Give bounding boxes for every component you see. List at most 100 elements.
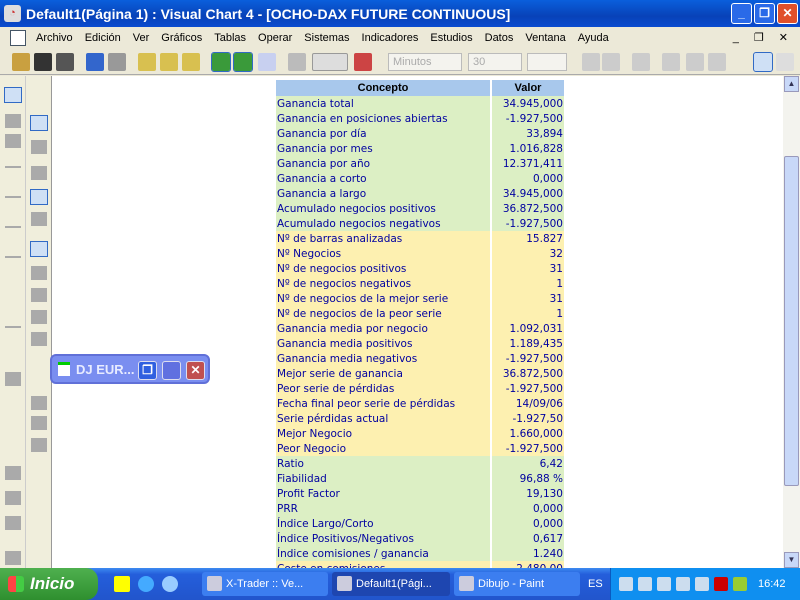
tool-icon[interactable] [5,134,21,148]
menu-ayuda[interactable]: Ayuda [578,32,609,44]
antivirus-icon[interactable] [676,577,690,591]
language-indicator[interactable]: ES [588,578,603,590]
window-icon[interactable] [30,115,48,131]
tool-icon[interactable] [5,491,21,505]
folder-chart2-icon[interactable] [160,53,178,71]
menu-graficos[interactable]: Gráficos [161,32,202,44]
objects-icon[interactable] [30,189,48,205]
close-button[interactable]: ✕ [777,3,798,24]
menu-ver[interactable]: Ver [133,32,150,44]
nvidia-icon[interactable] [733,577,747,591]
table-row: Acumulado negocios negativos -1.927,500 [276,216,564,231]
line-tool-icon[interactable] [5,256,21,258]
speaker-icon[interactable] [695,577,709,591]
internet-explorer-icon[interactable] [138,576,154,592]
select-arrow-icon[interactable] [30,241,48,257]
minimize-button[interactable]: _ [731,3,752,24]
folder-chart-icon[interactable] [138,53,156,71]
restore-button[interactable]: ❐ [754,3,775,24]
menu-edicion[interactable]: Edición [85,32,121,44]
tool-icon[interactable] [5,114,21,128]
calendar-icon[interactable] [258,53,276,71]
maximize-button[interactable] [162,361,181,380]
tool-icon[interactable] [5,372,21,386]
empty-select[interactable] [527,53,567,71]
m-icon[interactable] [714,577,728,591]
print-icon[interactable] [288,53,306,71]
results-table: Concepto Valor Ganancia total 34.945,000 G… [274,80,566,576]
tool-icon[interactable] [5,466,21,480]
vertical-scrollbar[interactable]: ▲ ▼ [783,76,800,568]
line-tool-icon[interactable] [5,226,21,228]
network-icon[interactable] [638,577,652,591]
start-button[interactable]: Inicio [0,568,98,600]
task-default1[interactable]: Default1(Pági... [332,572,450,596]
app-icon[interactable]: ◔ [4,5,21,22]
restore-button[interactable]: ❐ [138,361,157,380]
tool-icon[interactable] [5,516,21,530]
period-select[interactable]: 30 [468,53,522,71]
close-button[interactable]: ✕ [186,361,205,380]
open-icon[interactable] [12,53,30,71]
table-row: Nº de negocios de la peor serie 1 [276,306,564,321]
value-cell: -1.927,50 [492,411,564,426]
value-cell: 1.016,828 [492,141,564,156]
window1-icon[interactable] [753,52,773,72]
layers-icon[interactable] [31,140,47,154]
close-box-icon[interactable] [31,438,47,452]
table-row: Serie pérdidas actual -1.927,50 [276,411,564,426]
diamond-icon[interactable] [31,288,47,302]
network-icon[interactable] [211,52,231,72]
task-paint[interactable]: Dibujo - Paint [454,572,580,596]
diamond-icon[interactable] [31,310,47,324]
save-icon[interactable] [34,53,52,71]
menu-ventana[interactable]: Ventana [525,32,565,44]
menu-datos[interactable]: Datos [485,32,514,44]
table-row: Índice comisiones / ganancia 1.240 [276,546,564,561]
task-x-trader[interactable]: X-Trader :: Ve... [202,572,328,596]
line-tool-icon[interactable] [5,166,21,168]
scroll-thumb[interactable] [784,156,799,486]
pointer-icon[interactable] [4,87,22,103]
zoom-in-icon[interactable] [602,53,620,71]
scroll-down-button[interactable]: ▼ [784,552,799,568]
pen-icon[interactable] [708,53,726,71]
grid-icon[interactable] [31,166,47,180]
tool-icon[interactable] [31,212,47,226]
mdi-controls[interactable]: _ ❐ ✕ [733,31,794,44]
block-icon[interactable] [31,332,47,346]
document-icon[interactable] [10,30,26,46]
marker-icon[interactable] [686,53,704,71]
chart-disabled-icon[interactable] [108,53,126,71]
window2-icon[interactable] [776,53,794,71]
concept-cell: Ganancia por año [276,156,490,171]
timeframe-select[interactable]: Minutos [388,53,462,71]
connection-icon[interactable] [657,577,671,591]
scroll-up-button[interactable]: ▲ [784,76,799,92]
outlook-icon[interactable] [162,576,178,592]
page-nav-control[interactable] [312,53,348,71]
tool-icon[interactable] [5,551,21,565]
tool-icon[interactable] [31,396,47,410]
menu-estudios[interactable]: Estudios [430,32,472,44]
line-tool-icon[interactable] [5,196,21,198]
menu-operar[interactable]: Operar [258,32,292,44]
tool-icon[interactable] [31,416,47,430]
menu-sistemas[interactable]: Sistemas [304,32,349,44]
bars-icon[interactable] [632,53,650,71]
menu-tablas[interactable]: Tablas [214,32,246,44]
tree-icon[interactable] [354,53,372,71]
java-icon[interactable] [619,577,633,591]
zoom-out-icon[interactable] [582,53,600,71]
chart-icon[interactable] [86,53,104,71]
solitaire-icon[interactable] [114,576,130,592]
minimized-window[interactable]: DJ EUR... ❐ ✕ [50,354,210,384]
folder-chart3-icon[interactable] [182,53,200,71]
save-all-icon[interactable] [56,53,74,71]
horizontal-line-icon[interactable] [5,326,21,328]
cursor-icon[interactable] [662,53,680,71]
menu-indicadores[interactable]: Indicadores [362,32,419,44]
diamond-icon[interactable] [31,266,47,280]
key-euro-icon[interactable] [233,52,253,72]
menu-archivo[interactable]: Archivo [36,32,73,44]
